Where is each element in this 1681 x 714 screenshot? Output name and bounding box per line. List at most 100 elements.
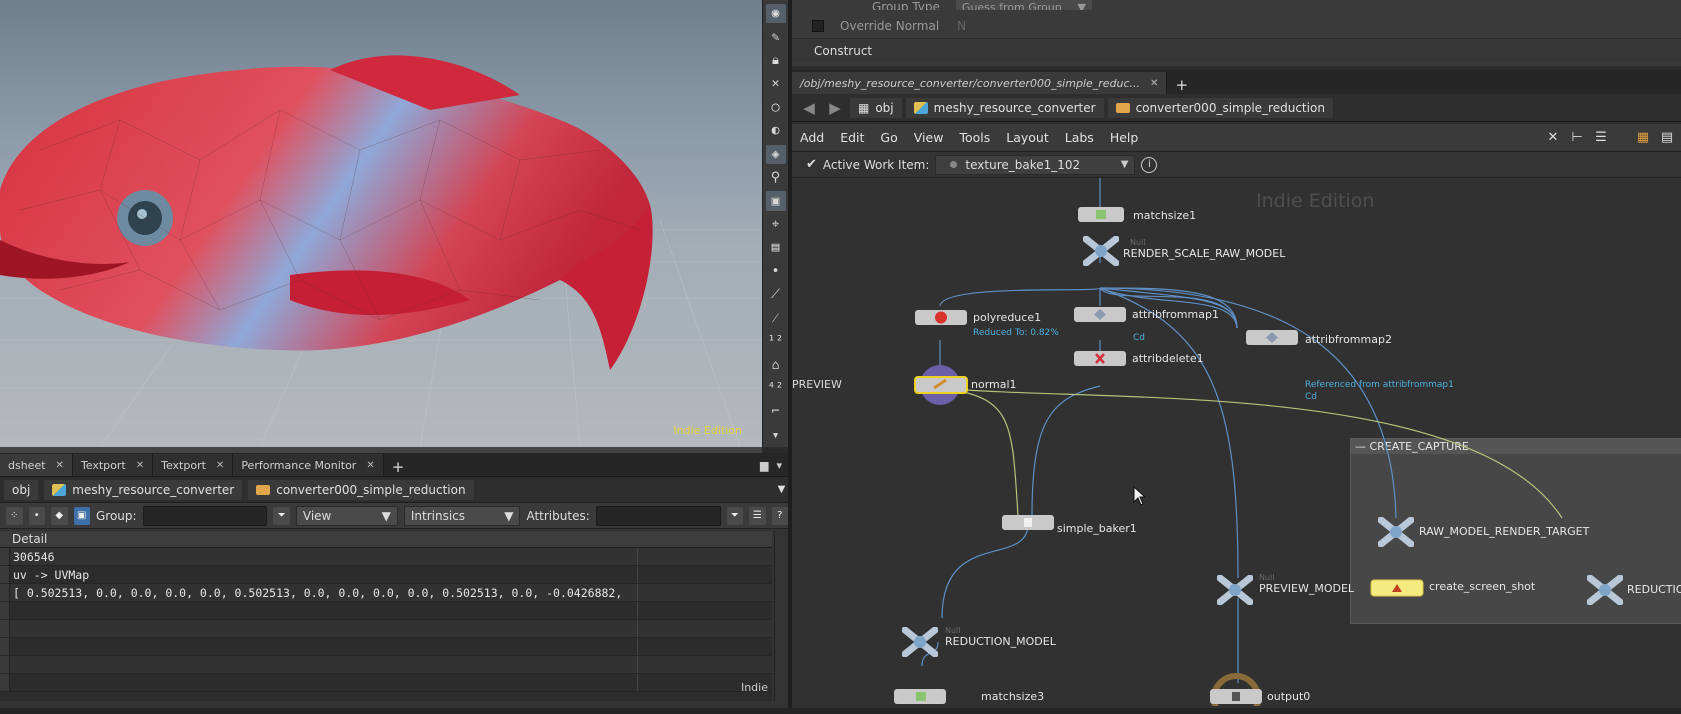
tab-network[interactable]: /obj/meshy_resource_converter/converter0… (792, 72, 1168, 94)
help-icon[interactable]: ? (771, 506, 789, 525)
corner-icon[interactable]: ⌐ (766, 402, 786, 421)
table-cell[interactable]: [ 0.502513, 0.0, 0.0, 0.0, 0.0, 0.502513… (10, 584, 638, 601)
number-12-icon[interactable]: ¹² (766, 332, 786, 351)
node-reduction-model[interactable] (902, 627, 938, 657)
column-header-detail[interactable]: Detail (0, 531, 47, 547)
group-input[interactable] (142, 505, 268, 526)
info-icon[interactable]: i (1141, 156, 1158, 173)
network-editor[interactable]: Indie Edition PREVIEW — CREATE_CAPTURE m… (792, 178, 1681, 708)
path-crumb-converter[interactable]: meshy_resource_converter (905, 97, 1104, 118)
group-filter-icon[interactable]: ⏷ (273, 506, 290, 525)
view-tool-icon[interactable]: ◉ (765, 4, 786, 24)
table-cell[interactable] (10, 656, 638, 673)
node-matchsize3[interactable] (894, 688, 948, 706)
path-crumb-obj[interactable]: ▦ obj (850, 97, 902, 118)
tab-spreadsheet[interactable]: dsheet ✕ (0, 454, 73, 476)
point-icon[interactable]: • (766, 262, 786, 281)
pane-menu-icon[interactable]: ▾ (776, 459, 782, 472)
menu-help[interactable]: Help (1102, 130, 1147, 145)
tree-icon[interactable]: ⊢ (1569, 130, 1585, 146)
snap-icon[interactable]: ✕ (766, 74, 786, 93)
table-cell[interactable] (10, 638, 638, 655)
table-view-icon[interactable]: ▤ (1659, 130, 1675, 146)
light-icon[interactable]: ◐ (766, 121, 786, 140)
node-render-scale[interactable] (1083, 236, 1119, 266)
path-crumb-obj[interactable]: obj (4, 479, 39, 500)
vertices-mode-icon[interactable]: • (28, 506, 45, 525)
wrench-icon[interactable]: ✕ (1545, 130, 1561, 146)
node-matchsize1[interactable] (1078, 206, 1126, 224)
table-options-icon[interactable]: ☰ (749, 506, 766, 525)
construct-section[interactable]: Construct (792, 38, 1681, 62)
node-preview-model[interactable] (1217, 575, 1253, 605)
close-icon[interactable]: ✕ (56, 460, 64, 471)
attributes-input[interactable] (595, 505, 721, 526)
menu-go[interactable]: Go (872, 130, 905, 145)
table-cell[interactable] (10, 674, 638, 691)
table-cell[interactable]: 306546 (10, 548, 638, 565)
back-arrow-icon[interactable]: ◀ (798, 99, 820, 117)
intrinsics-select[interactable]: Intrinsics ▼ (403, 505, 521, 526)
node-raw-model-render-target[interactable] (1378, 517, 1414, 547)
node-simple-baker1[interactable] (1002, 514, 1056, 532)
pane-layout-icon[interactable]: ▆ (760, 459, 768, 472)
node-attribfrommap1[interactable] (1074, 306, 1128, 324)
check-icon[interactable]: ✔ (806, 157, 817, 172)
number-42-icon[interactable]: ⁴² (766, 379, 786, 398)
timeline-bar[interactable] (0, 708, 1681, 714)
node-normal1[interactable] (910, 364, 972, 406)
close-icon[interactable]: ✕ (136, 460, 144, 471)
path-crumb-reduction[interactable]: converter000_simple_reduction (248, 479, 474, 500)
spreadsheet-scrollbar[interactable] (774, 531, 788, 701)
work-item-select[interactable]: texture_bake1_102 ▼ (935, 154, 1136, 175)
camera-icon[interactable]: ⚲ (766, 168, 786, 187)
ghost-icon[interactable]: ◯ (766, 98, 786, 117)
primitives-mode-icon[interactable]: ◆ (51, 506, 68, 525)
node-attribdelete1[interactable] (1074, 350, 1128, 368)
add-tab-icon[interactable]: + (384, 458, 413, 476)
list-icon[interactable]: ☰ (1593, 130, 1609, 146)
menu-layout[interactable]: Layout (998, 130, 1057, 145)
scene-viewport[interactable]: Indie Edition (0, 0, 762, 447)
tab-performance-monitor[interactable]: Performance Monitor ✕ (233, 454, 384, 476)
node-polyreduce1[interactable] (915, 309, 969, 327)
node-attribfrommap2[interactable] (1246, 329, 1300, 347)
expand-icon[interactable]: ▾ (766, 426, 786, 445)
group-type-select[interactable]: Guess from Group ▼ (955, 0, 1092, 10)
edge-icon[interactable]: ⟋ (766, 285, 786, 304)
table-cell[interactable]: uv -> UVMap (10, 566, 638, 583)
detail-mode-icon[interactable]: ▣ (73, 506, 90, 525)
override-normal-field[interactable]: N (957, 19, 966, 33)
menu-labs[interactable]: Labs (1057, 130, 1102, 145)
select-icon[interactable]: ⌖ (766, 215, 786, 234)
table-cell[interactable] (10, 620, 638, 637)
node-create-screen-shot[interactable] (1370, 578, 1426, 600)
lock-icon[interactable]: 🔒︎ (766, 51, 786, 70)
brush-icon[interactable]: ⁄ (766, 308, 786, 327)
menu-edit[interactable]: Edit (832, 130, 872, 145)
tab-textport-1[interactable]: Textport ✕ (72, 454, 154, 476)
attributes-filter-icon[interactable]: ⏷ (726, 506, 744, 525)
tab-textport-2[interactable]: Textport ✕ (153, 454, 234, 476)
close-icon[interactable]: ✕ (1150, 78, 1158, 89)
background-icon[interactable]: ▤ (766, 238, 786, 257)
points-mode-icon[interactable]: ⁘ (6, 506, 23, 525)
close-icon[interactable]: ✕ (216, 460, 224, 471)
path-crumb-reduction[interactable]: converter000_simple_reduction (1107, 97, 1333, 118)
display-icon[interactable]: ◈ (765, 144, 786, 164)
menu-view[interactable]: View (906, 130, 952, 145)
forward-arrow-icon[interactable]: ▶ (824, 99, 846, 117)
grid-color-icon[interactable]: ▦ (1635, 130, 1651, 146)
add-tab-icon[interactable]: + (1167, 76, 1196, 94)
node-output0[interactable] (1208, 672, 1264, 706)
path-crumb-converter[interactable]: meshy_resource_converter (44, 479, 243, 500)
menu-add[interactable]: Add (792, 130, 832, 145)
override-normal-checkbox[interactable] (812, 20, 824, 32)
close-icon[interactable]: ✕ (366, 460, 374, 471)
paint-icon[interactable]: ⌂ (766, 355, 786, 374)
view-select[interactable]: View ▼ (295, 505, 398, 526)
table-cell[interactable] (10, 602, 638, 619)
pose-tool-icon[interactable]: ✎ (766, 27, 786, 46)
node-reduction[interactable] (1587, 575, 1623, 605)
menu-tools[interactable]: Tools (951, 130, 998, 145)
